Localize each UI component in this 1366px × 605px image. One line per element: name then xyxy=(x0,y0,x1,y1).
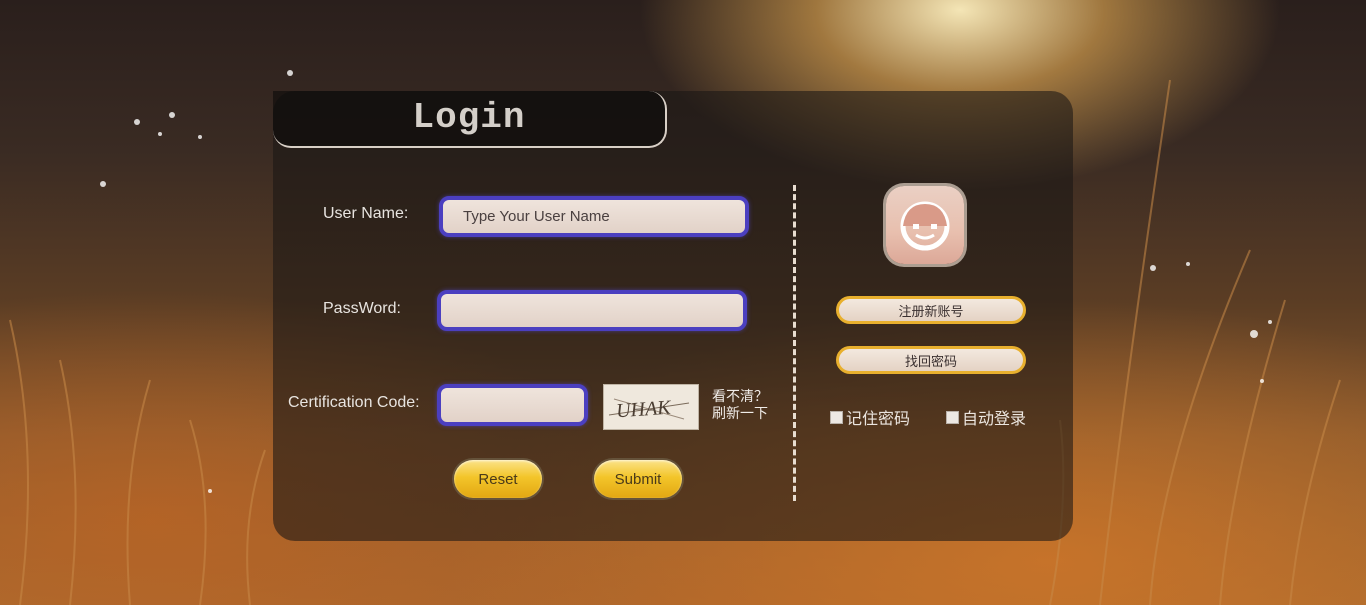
cert-code-input[interactable] xyxy=(441,388,584,422)
remember-password-label: 记住密码 xyxy=(846,411,911,428)
refresh-captcha-link[interactable]: 看不清？ 刷新一下 xyxy=(712,388,782,422)
auto-login-label: 自动登录 xyxy=(962,411,1027,428)
password-label: PassWord: xyxy=(323,300,401,317)
captcha-text: UHAK xyxy=(615,397,673,423)
captcha-graphic: UHAK xyxy=(608,397,690,423)
refresh-line-1: 看不清？ xyxy=(712,388,768,404)
recover-password-button[interactable]: 找回密码 xyxy=(836,346,1026,374)
remember-password-checkbox[interactable] xyxy=(830,410,843,424)
refresh-line-2: 刷新一下 xyxy=(712,405,768,421)
username-input[interactable] xyxy=(443,200,745,233)
register-button[interactable]: 注册新账号 xyxy=(836,296,1026,324)
username-field-frame xyxy=(439,196,749,237)
password-field-frame xyxy=(437,290,747,331)
page-title: Login xyxy=(412,97,526,138)
password-input[interactable] xyxy=(441,294,743,327)
cert-code-field-frame xyxy=(437,384,588,426)
auto-login-checkbox[interactable] xyxy=(946,410,959,424)
username-label: User Name: xyxy=(323,205,409,222)
auto-login-option[interactable]: 自动登录 xyxy=(946,405,1026,429)
captcha-image[interactable]: UHAK xyxy=(603,384,699,430)
remember-password-option[interactable]: 记住密码 xyxy=(830,405,910,429)
reset-button[interactable]: Reset xyxy=(454,460,542,498)
cert-code-label: Certification Code: xyxy=(288,394,420,411)
divider xyxy=(793,185,796,501)
avatar-icon xyxy=(886,186,964,264)
submit-button[interactable]: Submit xyxy=(594,460,682,498)
